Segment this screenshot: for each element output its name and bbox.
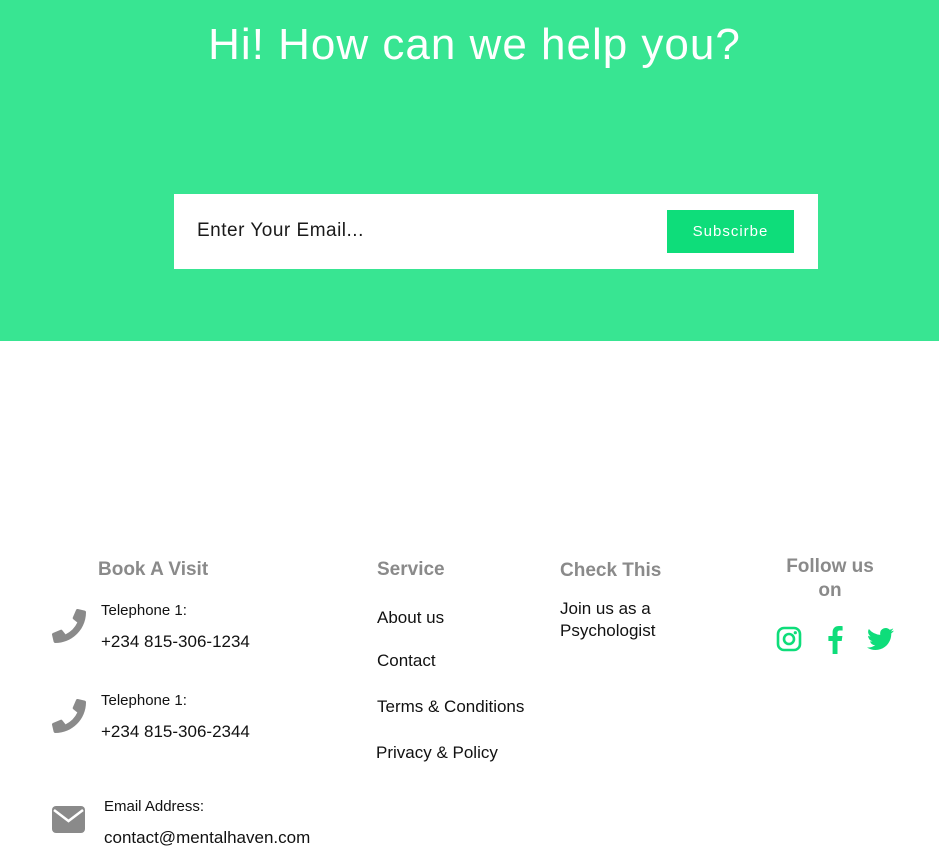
join-psychologist-link-line2[interactable]: Psychologist bbox=[560, 621, 655, 641]
instagram-icon[interactable] bbox=[776, 626, 802, 652]
privacy-policy-link[interactable]: Privacy & Policy bbox=[376, 743, 498, 763]
contact-link[interactable]: Contact bbox=[377, 651, 436, 671]
email-label: Email Address: bbox=[104, 798, 205, 815]
envelope-icon bbox=[52, 806, 85, 833]
phone2-value: +234 815-306-2344 bbox=[101, 722, 250, 741]
check-this-heading: Check This bbox=[560, 560, 662, 581]
about-us-link[interactable]: About us bbox=[377, 608, 444, 628]
phone-icon bbox=[52, 609, 86, 643]
follow-heading-line2: on bbox=[818, 580, 842, 601]
join-psychologist-link[interactable]: Join us as a bbox=[560, 599, 651, 619]
email-input[interactable] bbox=[197, 216, 637, 246]
facebook-icon[interactable] bbox=[826, 625, 844, 654]
phone1-label: Telephone 1: bbox=[101, 602, 187, 619]
subscribe-button[interactable]: Subscirbe bbox=[667, 210, 794, 253]
subscribe-form: Subscirbe bbox=[174, 194, 818, 269]
hero-title: Hi! How can we help you? bbox=[208, 20, 741, 69]
phone2-label: Telephone 1: bbox=[101, 692, 187, 709]
hero-section: Hi! How can we help you? Subscirbe bbox=[0, 0, 939, 341]
phone1-value: +234 815-306-1234 bbox=[101, 632, 250, 651]
terms-conditions-link[interactable]: Terms & Conditions bbox=[377, 697, 524, 717]
twitter-icon[interactable] bbox=[867, 627, 894, 651]
book-visit-heading: Book A Visit bbox=[98, 559, 209, 580]
service-heading: Service bbox=[377, 559, 445, 580]
phone-icon bbox=[52, 699, 86, 733]
follow-heading-line1: Follow us bbox=[786, 556, 874, 577]
email-value: contact@mentalhaven.com bbox=[104, 828, 311, 847]
